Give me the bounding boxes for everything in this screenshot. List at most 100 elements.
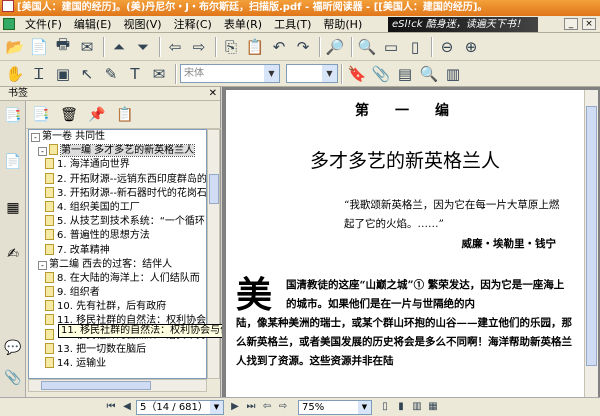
next-page-icon[interactable]: ▶ — [228, 400, 242, 414]
attachment-icon[interactable]: 📎 — [370, 63, 392, 85]
fit-width-icon[interactable]: ▯ — [404, 36, 426, 58]
menu-view[interactable]: 视图(V) — [117, 16, 167, 32]
bookmarks-tab-icon[interactable]: 📑 — [4, 107, 22, 125]
forward-icon[interactable]: ⇨ — [276, 400, 290, 414]
menu-tools[interactable]: 工具(T) — [268, 16, 317, 32]
print-icon[interactable]: 🖶 — [52, 35, 74, 58]
bookmark-item[interactable]: 10. 先有社群，后有政府 — [29, 300, 206, 314]
delete-bookmark-icon[interactable]: 🗑 — [58, 104, 80, 126]
search-icon[interactable]: 🔍 — [418, 63, 440, 85]
facing-icon[interactable]: ▥ — [410, 400, 424, 414]
bookmark-item[interactable]: 9. 组织者 — [29, 286, 206, 300]
bookmark-item[interactable]: 4. 组织美国的工厂 — [29, 200, 206, 215]
back-icon[interactable]: ⇦ — [164, 36, 186, 58]
bookmark-item[interactable]: 13. 把一切数在脑后 — [29, 342, 206, 357]
toolbar-separator — [159, 36, 161, 57]
document-vertical-scrollbar[interactable] — [584, 90, 598, 397]
bookmark-item[interactable]: 7. 改革精神 — [29, 243, 206, 258]
pencil-icon[interactable]: ✎ — [100, 63, 122, 85]
add-bookmark-icon[interactable]: 📌 — [86, 104, 108, 126]
document-view[interactable]: 第 一 编 多才多艺的新英格兰人 “我歌颂新英格兰，因为它在每一片大草原上燃起了… — [222, 87, 600, 397]
ad-banner[interactable]: eSl!ck 酷身迷，读遍天下书！ — [388, 16, 538, 32]
menu-edit[interactable]: 编辑(E) — [68, 16, 118, 32]
pdf-page[interactable]: 第 一 编 多才多艺的新英格兰人 “我歌颂新英格兰，因为它在每一片大草原上燃起了… — [226, 90, 584, 397]
previous-page-icon[interactable]: ⏶ — [108, 36, 130, 58]
bookmark-vertical-scrollbar[interactable] — [207, 129, 220, 379]
minimize-icon[interactable]: _ — [564, 18, 578, 30]
menu-help[interactable]: 帮助(H) — [317, 16, 368, 32]
single-page-icon[interactable]: ▯ — [378, 400, 392, 414]
panel-close-icon[interactable]: ✕ — [209, 87, 217, 101]
menu-comment[interactable]: 注释(C) — [168, 16, 218, 32]
bookmark-item[interactable]: 1. 海洋通向世界 — [29, 158, 206, 172]
comments-tab-icon[interactable]: 💬 — [4, 339, 22, 357]
forward-icon[interactable]: ⇨ — [188, 36, 210, 58]
facing-continuous-icon[interactable]: ▦ — [426, 400, 440, 414]
fit-page-icon[interactable]: ▭ — [380, 36, 402, 58]
attachments-tab-icon[interactable]: 📎 — [4, 369, 22, 387]
page-view-icon[interactable]: ▥ — [442, 63, 464, 85]
body-paragraph-continued: 陆，像某种美洲的瑞士，或某个群山环抱的山谷——建立他们的乐园，那么新英格兰，或者… — [236, 317, 572, 367]
page-number-field[interactable]: 5（14 / 681） ▼ — [136, 399, 224, 415]
close-icon[interactable]: × — [582, 18, 596, 30]
bookmark-item[interactable]: - 第一编 多才多艺的新英格兰人 — [29, 144, 206, 158]
chevron-down-icon[interactable]: ▼ — [322, 65, 337, 82]
bookmark-properties-icon[interactable]: 📋 — [114, 104, 136, 126]
email-icon[interactable]: ✉ — [76, 36, 98, 58]
zoom-in-icon[interactable]: 🔍 — [356, 36, 378, 58]
find-icon[interactable]: 🔎 — [324, 36, 346, 58]
collapse-toggle-icon[interactable]: - — [31, 133, 40, 142]
chevron-down-icon[interactable]: ▼ — [358, 400, 371, 414]
bookmark-tools: 📑 🗑 📌 📋 — [26, 101, 221, 129]
page-title: 多才多艺的新英格兰人 — [309, 150, 500, 172]
copy-icon[interactable]: ⎘ — [220, 36, 242, 58]
font-combo[interactable]: 宋体 ▼ — [180, 64, 280, 83]
bookmark-item[interactable]: 8. 在大陆的海洋上：人们结队而 — [29, 271, 206, 286]
signatures-tab-icon[interactable]: ✍ — [4, 245, 22, 263]
hand-tool-icon[interactable]: ✋ — [4, 63, 26, 85]
snapshot-icon[interactable]: ▣ — [52, 63, 74, 85]
scroll-thumb[interactable] — [209, 174, 219, 204]
next-page-icon[interactable]: ⏷ — [132, 36, 154, 58]
bookmark-item[interactable]: - 第一卷 共同性 — [29, 130, 206, 144]
bookmark-horizontal-scrollbar[interactable] — [28, 379, 207, 392]
scroll-thumb[interactable] — [586, 106, 597, 366]
select-text-icon[interactable]: Ꮖ — [28, 63, 50, 85]
menu-form[interactable]: 表单(R) — [218, 16, 268, 32]
zoom-plus-icon[interactable]: ⊕ — [460, 36, 482, 58]
bookmark-item[interactable]: 2. 开拓财源--远销东西印度群岛的 — [29, 172, 206, 187]
size-combo[interactable]: ▼ — [286, 64, 338, 83]
redo-icon[interactable]: ↷ — [292, 36, 314, 58]
chevron-down-icon[interactable]: ▼ — [210, 400, 223, 414]
chevron-down-icon[interactable]: ▼ — [264, 65, 279, 82]
bookmark-item[interactable]: 14. 运输业 — [29, 357, 206, 371]
first-page-icon[interactable]: ⏮ — [104, 400, 118, 414]
expand-bookmark-icon[interactable]: 📑 — [30, 104, 52, 126]
continuous-icon[interactable]: ▮ — [394, 400, 408, 414]
prev-page-icon[interactable]: ◀ — [120, 400, 134, 414]
last-page-icon[interactable]: ⏭ — [244, 400, 258, 414]
bookmark-item[interactable]: - 第二编 西去的过客：结伴人 — [29, 258, 206, 272]
bookmark-tool-icon[interactable]: 🔖 — [346, 63, 368, 85]
collapse-toggle-icon[interactable]: - — [38, 260, 47, 270]
bookmark-item[interactable]: 6. 普遍性的思想方法 — [29, 229, 206, 243]
undo-icon[interactable]: ↶ — [268, 36, 290, 58]
bookmark-item[interactable]: 5. 从技艺到技术系统：“一个循环 — [29, 215, 206, 229]
image-icon[interactable]: ▤ — [394, 63, 416, 85]
open-folder-icon[interactable]: 📂 — [4, 36, 26, 58]
layers-tab-icon[interactable]: ▦ — [4, 199, 22, 217]
open-file-icon[interactable]: 📄 — [28, 36, 50, 58]
bookmark-label: 6. 普遍性的思想方法 — [57, 230, 150, 242]
pages-tab-icon[interactable]: 📄 — [4, 153, 22, 171]
zoom-field[interactable]: 75% ▼ — [298, 399, 372, 415]
note-icon[interactable]: ✉ — [148, 63, 170, 85]
bookmark-item[interactable]: 3. 开拓财源--新石器时代的花岗石 — [29, 186, 206, 201]
zoom-out-icon[interactable]: ⊖ — [436, 36, 458, 58]
scroll-thumb[interactable] — [41, 381, 151, 390]
text-tool-icon[interactable]: T — [124, 63, 146, 85]
arrow-tool-icon[interactable]: ↖ — [76, 63, 98, 85]
back-icon[interactable]: ⇦ — [260, 400, 274, 414]
paste-icon[interactable]: 📋 — [244, 36, 266, 58]
menu-file[interactable]: 文件(F) — [19, 16, 68, 32]
collapse-toggle-icon[interactable]: - — [38, 147, 47, 157]
